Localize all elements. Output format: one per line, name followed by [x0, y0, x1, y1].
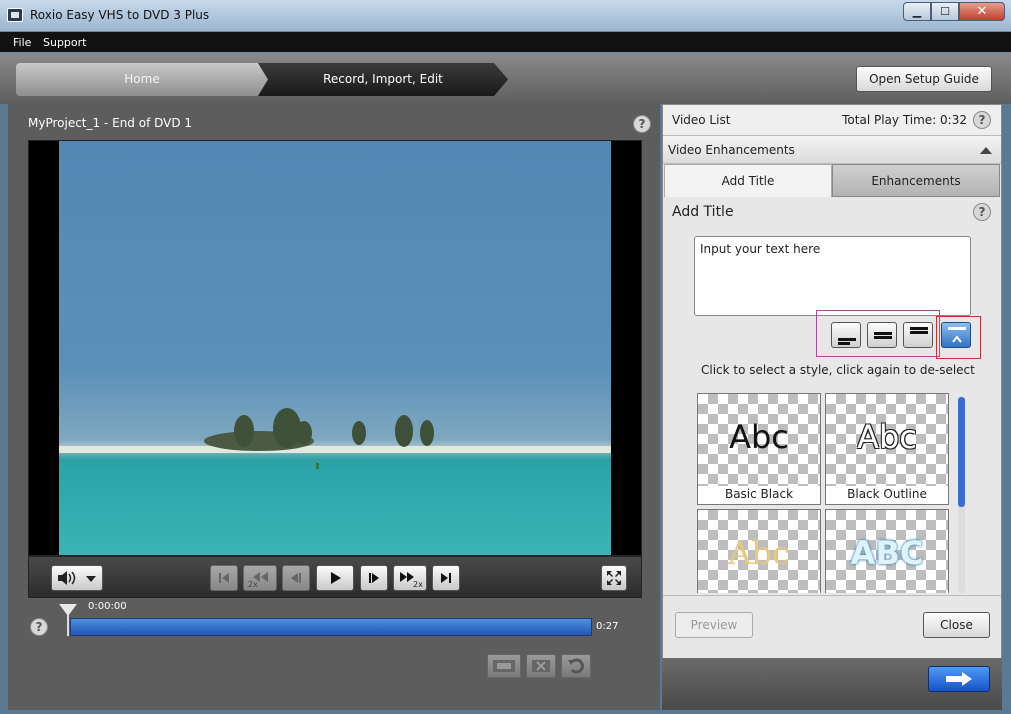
menu-bar: File Support: [0, 32, 1011, 54]
island-scene: [59, 408, 611, 469]
timeline-help-icon[interactable]: ?: [30, 618, 48, 636]
fast-forward-icon: 2x: [400, 572, 423, 588]
speaker-icon: [58, 571, 96, 585]
arrow-right-icon: [946, 672, 972, 686]
minimize-button[interactable]: ▁: [903, 2, 931, 21]
player-pane: MyProject_1 - End of DVD 1 ? 2x 2x 0:00:…: [8, 104, 660, 710]
nav-bar: Home Record, Import, Edit Open Setup Gui…: [0, 54, 1011, 104]
next-area: [662, 658, 1002, 710]
add-title-heading: Add Title: [672, 204, 734, 220]
align-middle-icon-line: [874, 336, 892, 339]
chevron-up-icon: [952, 335, 962, 343]
position-top-button[interactable]: [903, 322, 933, 348]
step-forward-button[interactable]: [360, 565, 388, 591]
rewind-icon: 2x: [248, 572, 268, 588]
position-middle-button[interactable]: [867, 322, 897, 348]
undo-icon: [568, 658, 584, 674]
style-basic-black[interactable]: Abc Basic Black: [697, 393, 821, 505]
video-frame-image: [59, 141, 611, 555]
delete-clip-button[interactable]: [526, 654, 556, 678]
align-top-icon-line: [910, 331, 928, 334]
title-text-input[interactable]: Input your text here: [694, 236, 971, 316]
volume-button[interactable]: [51, 565, 103, 591]
help-icon[interactable]: ?: [633, 115, 651, 133]
time-start: 0:00:00: [88, 601, 127, 612]
maximize-button[interactable]: ☐: [931, 2, 959, 21]
go-to-end-button[interactable]: [432, 565, 460, 591]
next-button[interactable]: [928, 666, 990, 692]
total-play-time: Total Play Time: 0:32: [842, 113, 967, 127]
delete-icon: [532, 660, 550, 672]
open-setup-guide-button[interactable]: Open Setup Guide: [856, 66, 992, 92]
rewind-2x-button[interactable]: 2x: [243, 565, 277, 591]
tab-add-title[interactable]: Add Title: [664, 164, 832, 197]
rewind-speed-badge: 2x: [248, 580, 258, 588]
menu-file[interactable]: File: [13, 36, 31, 49]
scroll-up-icon: [948, 327, 966, 330]
skip-start-icon: [219, 573, 229, 583]
video-enhancements-label: Video Enhancements: [668, 143, 795, 157]
style-sample: Abc: [728, 534, 790, 572]
style-frost[interactable]: ABC: [825, 509, 949, 593]
align-top-icon: [910, 327, 928, 330]
playhead-line: [67, 614, 69, 636]
fast-forward-2x-button[interactable]: 2x: [393, 565, 427, 591]
fast-forward-speed-badge: 2x: [413, 580, 423, 588]
fullscreen-icon: [607, 571, 621, 585]
align-bottom-icon: [838, 338, 856, 341]
add-title-help-icon[interactable]: ?: [973, 203, 991, 221]
align-middle-icon: [874, 332, 892, 335]
tab-enhancements[interactable]: Enhancements: [832, 164, 1000, 197]
title-bar: Roxio Easy VHS to DVD 3 Plus ▁ ☐ ✕: [0, 0, 1011, 32]
video-enhancements-header[interactable]: Video Enhancements: [663, 136, 1001, 164]
capture-frame-button[interactable]: [487, 654, 521, 678]
style-sample: Abc: [729, 418, 789, 456]
close-window-button[interactable]: ✕: [959, 2, 1005, 21]
enhancements-panel: Video List Total Play Time: 0:32 ? Video…: [662, 104, 1002, 658]
undo-button[interactable]: [561, 654, 591, 678]
step-back-button[interactable]: [282, 565, 310, 591]
style-gallery: Abc Basic Black Abc Black Outline Abc AB…: [697, 393, 959, 593]
filmstrip-icon: [493, 660, 515, 672]
app-icon: [7, 8, 23, 22]
position-bottom-left-button[interactable]: [831, 322, 861, 348]
style-gold[interactable]: Abc: [697, 509, 821, 593]
preview-button[interactable]: Preview: [675, 612, 753, 638]
collapse-icon[interactable]: [980, 147, 992, 154]
fullscreen-button[interactable]: [601, 565, 627, 591]
style-hint: Click to select a style, click again to …: [701, 363, 975, 377]
video-preview: [28, 140, 642, 556]
play-icon: [331, 572, 341, 584]
style-scrollbar-thumb[interactable]: [958, 397, 965, 507]
play-button[interactable]: [316, 565, 354, 591]
video-list-label[interactable]: Video List: [672, 113, 730, 127]
step-back-icon: [291, 573, 301, 583]
timeline-track[interactable]: [70, 618, 592, 636]
window-controls: ▁ ☐ ✕: [903, 2, 1005, 21]
style-sample: ABC: [850, 534, 924, 572]
time-end: 0:27: [596, 621, 619, 632]
video-list-help-icon[interactable]: ?: [973, 111, 991, 129]
window-title: Roxio Easy VHS to DVD 3 Plus: [30, 8, 210, 22]
close-panel-button[interactable]: Close: [923, 612, 990, 638]
style-label: Basic Black: [698, 487, 820, 501]
skip-end-icon: [441, 573, 451, 583]
align-bottom-icon-line: [838, 342, 850, 345]
playback-controls: 2x 2x: [28, 556, 642, 598]
step-forward-icon: [369, 573, 379, 583]
nav-home[interactable]: Home: [16, 63, 268, 96]
menu-support[interactable]: Support: [43, 36, 86, 49]
style-black-outline[interactable]: Abc Black Outline: [825, 393, 949, 505]
go-to-start-button[interactable]: [210, 565, 238, 591]
nav-record-import-edit[interactable]: Record, Import, Edit: [258, 63, 508, 96]
project-title: MyProject_1 - End of DVD 1: [28, 116, 193, 130]
style-sample: Abc: [857, 418, 917, 456]
style-scrollbar[interactable]: [958, 397, 965, 593]
position-scroll-button[interactable]: [941, 322, 971, 348]
style-label: Black Outline: [826, 487, 948, 501]
video-list-header: Video List Total Play Time: 0:32 ?: [663, 105, 1001, 136]
panel-footer: Preview Close: [663, 595, 1001, 658]
